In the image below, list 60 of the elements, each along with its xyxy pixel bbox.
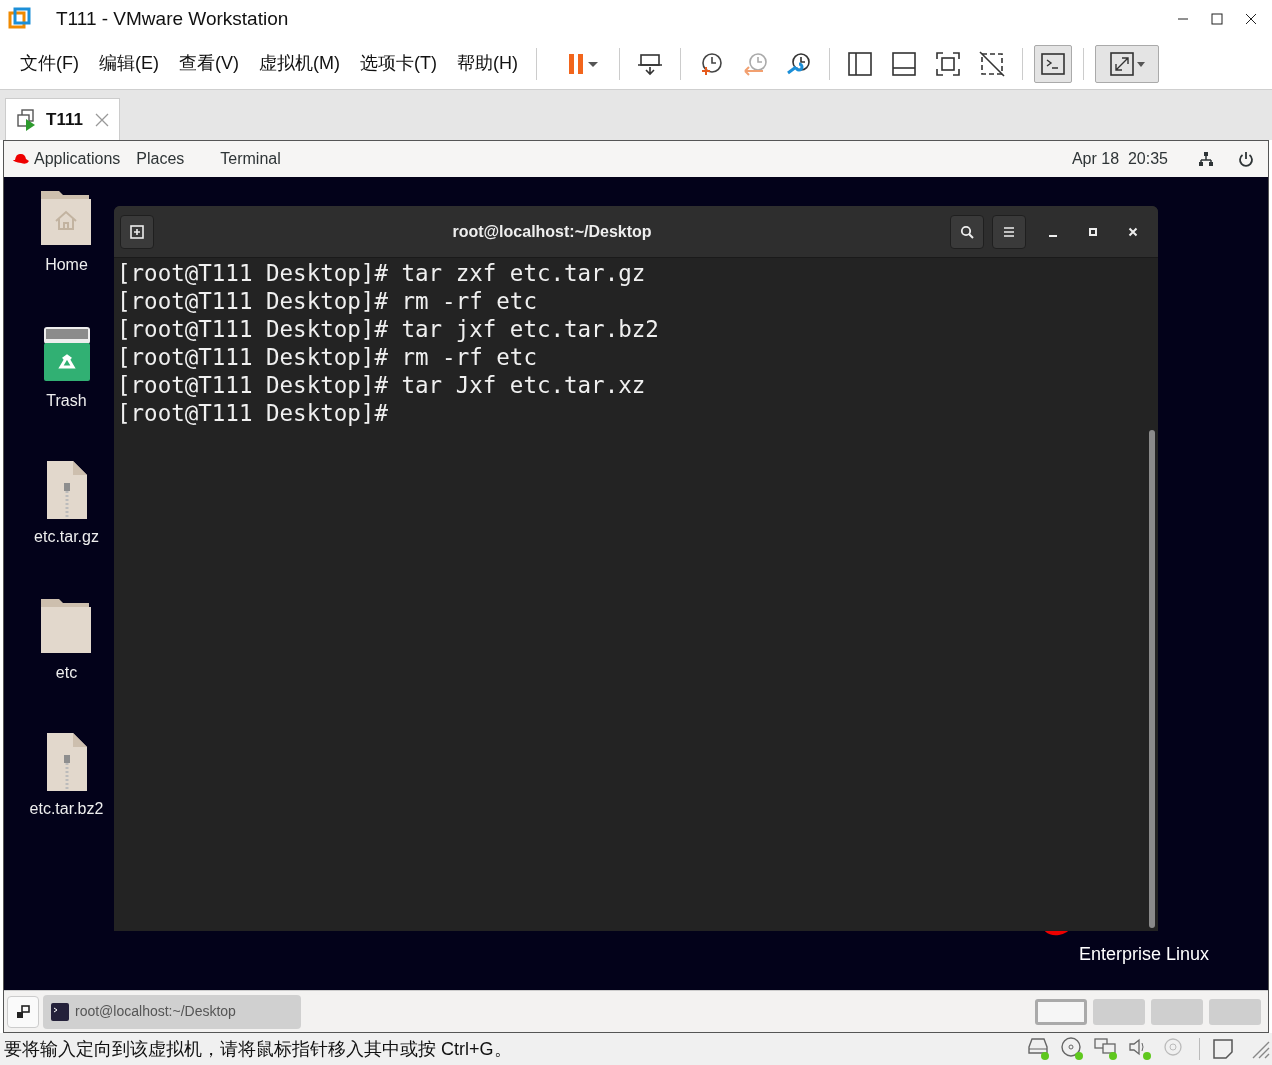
close-icon [1128, 226, 1138, 237]
vm-tab[interactable]: T111 [5, 98, 120, 140]
menu-icon [1003, 225, 1015, 238]
brand-subtitle: Enterprise Linux [1079, 943, 1210, 966]
show-desktop-button[interactable] [7, 995, 39, 1028]
menu-item[interactable]: 文件(F) [10, 46, 89, 81]
maximize-icon [1088, 226, 1098, 237]
search-icon [960, 224, 974, 239]
desktop-icon-label[interactable]: Trash [46, 389, 87, 413]
menu-button[interactable] [992, 214, 1026, 249]
terminal-line: [root@T111 Desktop]# tar zxf etc.tar.gz [117, 259, 646, 287]
top-bar-menu[interactable]: Terminal [220, 147, 281, 171]
close-icon [1245, 13, 1257, 25]
desktop-icon-label[interactable]: etc [55, 661, 78, 685]
workspace-thumbnail[interactable] [1093, 998, 1145, 1025]
menu-item[interactable]: 选项卡(T) [349, 46, 447, 81]
close-icon[interactable] [94, 112, 109, 127]
new-tab-icon [130, 224, 144, 239]
maximize-icon [1211, 13, 1223, 25]
terminal-line: [root@T111 Desktop]# rm -rf etc [117, 343, 537, 371]
network-icon[interactable] [1198, 151, 1214, 167]
workspace-thumbnail[interactable] [1035, 998, 1087, 1025]
app-logo-icon [8, 7, 32, 31]
workspace-thumbnail[interactable] [1151, 998, 1203, 1025]
top-bar-menu[interactable]: Places [136, 147, 185, 171]
speaker-icon[interactable] [1127, 1037, 1153, 1061]
workspace-thumbnail[interactable] [1209, 998, 1261, 1025]
top-bar-menu[interactable]: Applications [34, 147, 121, 171]
clock[interactable]: Apr 18 20:35 [1071, 147, 1168, 171]
desktop-icon-label[interactable]: Home [45, 253, 88, 277]
desktop-icon-label[interactable]: etc.tar.gz [34, 525, 99, 549]
disc-icon[interactable] [1059, 1037, 1085, 1061]
terminal-line: [root@T111 Desktop]# [117, 399, 388, 427]
desktop-icon-label[interactable]: etc.tar.bz2 [29, 797, 104, 821]
menu-item[interactable]: 虚拟机(M) [249, 46, 350, 81]
window-title: T111 - VMware Workstation [56, 6, 289, 31]
note-icon[interactable] [1212, 1038, 1234, 1060]
terminal-line: [root@T111 Desktop]# tar Jxf etc.tar.xz [117, 371, 646, 399]
menu-item[interactable]: 帮助(H) [446, 46, 528, 81]
console-icon[interactable] [1033, 44, 1072, 83]
hard-disk-icon[interactable] [1025, 1037, 1051, 1061]
terminal-icon [51, 1002, 69, 1021]
resize-grip-icon[interactable] [1250, 1039, 1270, 1059]
hat-icon [12, 152, 30, 166]
tab-label: T111 [46, 108, 83, 131]
new-tab-button[interactable] [120, 214, 154, 249]
search-button[interactable] [950, 214, 984, 249]
terminal-line: [root@T111 Desktop]# rm -rf etc [117, 287, 537, 315]
scrollbar-thumb[interactable] [1149, 430, 1155, 928]
show-desktop-icon [16, 1004, 30, 1019]
network-adapter-icon[interactable] [1093, 1037, 1119, 1061]
terminal-title: root@localhost:~/Desktop [451, 221, 653, 242]
menu-item[interactable]: 查看(V) [169, 46, 249, 81]
minimize-icon [1048, 234, 1058, 237]
menu-item[interactable]: 编辑(E) [89, 46, 169, 81]
taskbar-window-button[interactable]: root@localhost:~/Desktop [43, 994, 301, 1029]
power-icon[interactable] [1238, 151, 1254, 167]
status-message: 要将输入定向到该虚拟机，请将鼠标指针移入其中或按 Ctrl+G。 [4, 1037, 512, 1061]
expand-icon[interactable] [1094, 44, 1159, 83]
terminal-line: [root@T111 Desktop]# tar jxf etc.tar.bz2 [117, 315, 659, 343]
